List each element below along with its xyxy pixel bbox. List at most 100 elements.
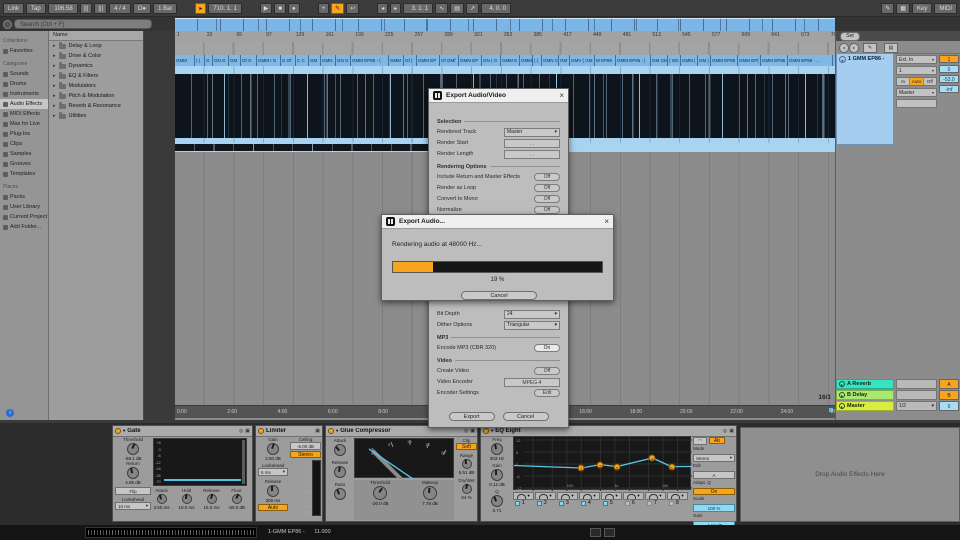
band-activator[interactable] [515, 501, 520, 507]
toggle-button-encode-mp3-cbr-320[interactable]: On [534, 344, 560, 352]
folder-row-delay-loop[interactable]: ▸ Delay & Loop [49, 41, 143, 51]
cancel-button[interactable]: Cancel [502, 412, 549, 421]
output-chooser[interactable]: Master ▾ [896, 88, 937, 97]
knob[interactable] [206, 494, 217, 504]
return-track-chooser[interactable]: 1/2 ▾ [896, 401, 937, 411]
browser-list-header[interactable]: Name [49, 31, 143, 41]
play-button[interactable]: ▶ [259, 2, 273, 14]
punch-in-button[interactable]: ◂ [377, 2, 389, 14]
clip-segment[interactable]: GMM I G [257, 55, 281, 66]
bar-quantize-menu[interactable]: 1 Bar [153, 2, 178, 14]
output-channel-box[interactable] [896, 99, 937, 108]
freq-knob[interactable] [491, 443, 503, 455]
mode-chooser[interactable]: Stereo ▾ [693, 454, 735, 462]
draw-mode-button[interactable]: ✎ [881, 2, 895, 14]
save-preset-icon[interactable]: ▣ [729, 428, 734, 434]
flip-button[interactable]: Flip [115, 487, 151, 495]
filter-type-chooser[interactable]: ▾ [601, 492, 622, 500]
sidebar-item-favorites[interactable]: Favorites [0, 46, 48, 56]
field-value[interactable]: MPEG-4 [504, 377, 560, 387]
punch-out-button[interactable]: ▸ [390, 2, 402, 14]
clip-segment[interactable]: GMN C [542, 55, 559, 66]
sidebar-item-sounds[interactable]: Sounds [0, 69, 48, 79]
filter-type-chooser[interactable]: ▾ [667, 492, 688, 500]
volume-control[interactable]: -53.0 [939, 75, 959, 83]
clip-segment[interactable]: M EP86 [595, 55, 616, 66]
toggle-button-convert-to-mono[interactable]: Off [534, 195, 560, 203]
filter-type-chooser[interactable]: ▾ [557, 492, 578, 500]
punch-switch[interactable]: ↗ [465, 2, 479, 14]
sidechain-icon[interactable]: ◎ [723, 428, 727, 434]
drywet-knob[interactable] [461, 484, 472, 494]
soft-clip-button[interactable]: Soft [456, 443, 477, 450]
loop-start-field[interactable]: 3. 1. 1 [403, 2, 434, 14]
field-dropdown[interactable]: 24 ▾ [504, 309, 560, 319]
sidebar-item-templates[interactable]: Templates [0, 169, 48, 179]
adaptq-button[interactable]: On [693, 488, 735, 495]
device-power-icon[interactable] [115, 428, 121, 434]
play-icon[interactable]: ▸ [839, 392, 845, 398]
range-knob[interactable] [461, 459, 472, 469]
export-button[interactable]: Export [448, 412, 495, 421]
clip-segment[interactable]: Gf GMf [440, 55, 459, 66]
clip-segment[interactable]: GMM [175, 55, 195, 66]
back-to-arrangement-button[interactable]: ↩ [346, 2, 360, 14]
key-map-button[interactable]: Key [911, 2, 933, 14]
scrub-area[interactable] [175, 42, 835, 56]
device-power-icon[interactable] [258, 428, 264, 434]
midi-map-button[interactable]: MIDI [934, 2, 957, 14]
sidechain-icon[interactable]: ◎ [239, 428, 243, 434]
clip-segment[interactable]: GM [229, 55, 241, 66]
audition-icon[interactable]: ◠ [693, 437, 707, 445]
clip-segment[interactable]: ( ( [195, 55, 205, 66]
sidebar-item-packs[interactable]: Packs [0, 192, 48, 202]
knob[interactable] [231, 494, 242, 504]
field-value[interactable]: . . [504, 138, 560, 148]
edit-button[interactable]: A [693, 471, 735, 479]
return-track-header[interactable]: ▸ A Reverb [836, 379, 894, 389]
gate-display-scrollbar[interactable] [242, 440, 245, 484]
fold-track-icon[interactable]: ▾ [839, 56, 846, 63]
save-preset-icon[interactable]: ▣ [245, 428, 250, 434]
input-channel-chooser[interactable]: 1 ▾ [896, 66, 937, 75]
eq-band-dot-4[interactable]: 4 [648, 454, 656, 462]
arrangement-overview[interactable] [175, 18, 835, 31]
return-track-header[interactable]: ▸ Master [836, 401, 894, 411]
release-knob[interactable] [334, 466, 346, 478]
info-icon[interactable]: i [6, 409, 14, 417]
clip-segment[interactable]: ( GN [668, 55, 681, 66]
clip-segment[interactable]: C C [296, 55, 309, 66]
device-power-icon[interactable] [483, 428, 489, 434]
band-activator[interactable] [625, 501, 630, 507]
band-activator[interactable] [537, 501, 542, 507]
clip-segment[interactable]: GMM [389, 55, 404, 66]
sidebar-item-drums[interactable]: Drums [0, 79, 48, 89]
filter-type-chooser[interactable]: ▾ [535, 492, 556, 500]
time-signature-field[interactable]: 4 / 4 [109, 2, 131, 14]
folder-row-eq-filters[interactable]: ▸ EQ & Filters [49, 71, 143, 81]
clip-segment[interactable]: G [205, 55, 213, 66]
toggle-button-normalize[interactable]: Off [534, 206, 560, 214]
status-icon[interactable] [590, 528, 601, 537]
loop-length-field[interactable]: 4. 0. 0 [481, 2, 511, 14]
clip-segment[interactable]: GN ( G [482, 55, 501, 66]
stereo-mode-button[interactable]: Stereo [290, 451, 321, 458]
ratio-knob[interactable] [334, 488, 346, 500]
filter-type-chooser[interactable]: ▾ [645, 492, 666, 500]
toggle-button-render-as-loop[interactable]: Off [534, 184, 560, 192]
return-track-chooser[interactable] [896, 390, 937, 400]
arrangement-position-field[interactable]: 710. 1. 1 [208, 2, 242, 14]
knob[interactable] [156, 494, 167, 504]
sidebar-item-max-for-live[interactable]: Max for Live [0, 119, 48, 129]
folder-row-utilities[interactable]: ▸ Utilities [49, 111, 143, 121]
sidebar-item-grooves[interactable]: Grooves [0, 159, 48, 169]
monitor-in-button[interactable]: In [897, 78, 911, 85]
clip-segment[interactable]: GMM EP86 - ( [351, 55, 389, 66]
analyze-button[interactable]: Ab [709, 437, 725, 444]
next-cue-button[interactable]: ▸ [849, 43, 859, 53]
return-badge[interactable]: B [939, 390, 959, 400]
clip-segment[interactable]: GMM [520, 55, 533, 66]
clip-segment[interactable]: ( ( [533, 55, 542, 66]
clip-segment[interactable]: GMM EP( [738, 55, 761, 66]
threshold-knob[interactable] [372, 486, 387, 500]
